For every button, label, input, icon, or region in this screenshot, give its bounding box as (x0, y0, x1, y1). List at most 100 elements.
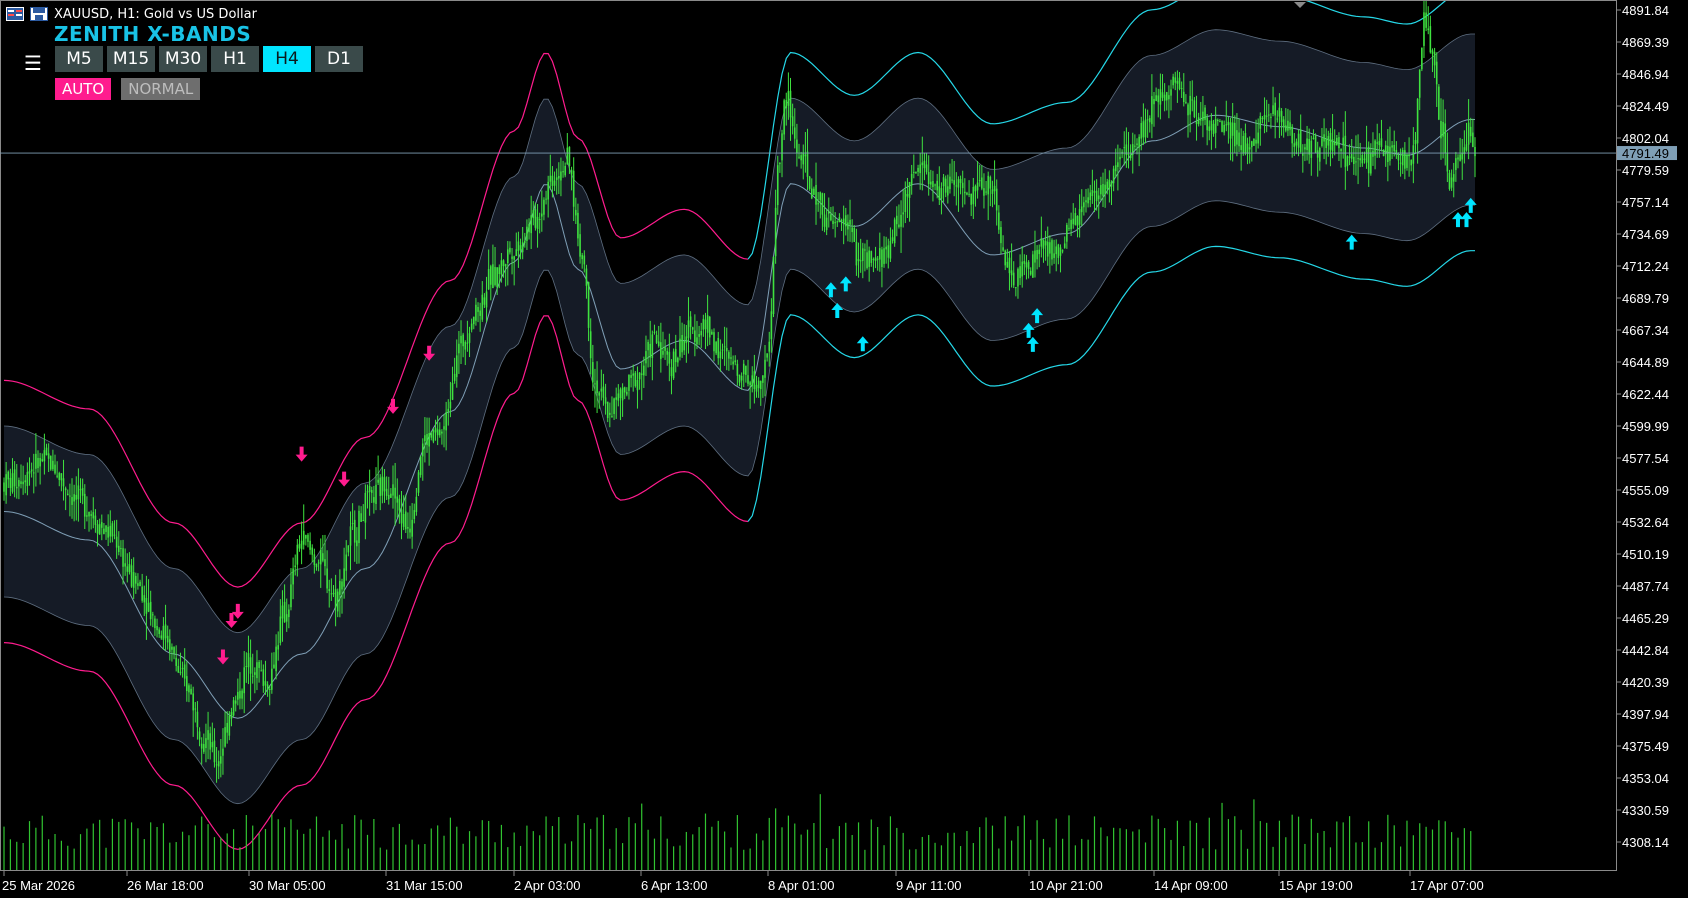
candle-body (239, 690, 241, 699)
candle-body (1389, 146, 1391, 161)
x-tick-label: 9 Apr 11:00 (896, 878, 962, 893)
timeframe-m30-button[interactable]: M30 (159, 46, 207, 72)
candle-body (362, 520, 365, 522)
candle-body (1261, 117, 1264, 119)
candle-body (925, 164, 928, 173)
candle-body (324, 559, 326, 567)
timeframe-m15-button[interactable]: M15 (107, 46, 155, 72)
candle-body (830, 214, 832, 221)
candle-body (458, 343, 460, 354)
candle-body (998, 212, 1000, 230)
candle-body (1070, 219, 1072, 230)
candle-body (524, 240, 526, 244)
candle-body (691, 327, 694, 330)
candle-body (579, 234, 581, 257)
candle-body (1365, 148, 1368, 163)
candle-body (526, 226, 528, 241)
candle-body (1361, 155, 1364, 164)
candle-body (985, 191, 987, 193)
candle-body (774, 207, 777, 257)
candle-body (132, 572, 135, 588)
candle-body (995, 188, 998, 211)
price-chart[interactable]: 4891.84 4869.39 4846.94 4824.49 4802.04 4779.… (0, 0, 1688, 898)
candle-body (1416, 98, 1419, 144)
candle-body (545, 198, 547, 200)
candle-body (1157, 95, 1160, 103)
candle-body (256, 662, 258, 679)
candle-body (1280, 111, 1283, 123)
candle-body (1255, 139, 1257, 144)
candle-body (840, 220, 843, 222)
candle-body (234, 700, 237, 704)
candle-body (1302, 153, 1304, 156)
candle-body (75, 494, 78, 500)
candle-body (15, 486, 18, 489)
candle-body (1325, 138, 1327, 149)
timeframe-h4-button[interactable]: H4 (263, 46, 311, 72)
candle-body (1129, 154, 1132, 159)
candle-body (58, 473, 61, 481)
normal-mode-button[interactable]: NORMAL (121, 78, 201, 100)
candle-body (47, 453, 50, 459)
y-tick-label: 4757.14 (1622, 195, 1669, 210)
chart-window-icon[interactable] (6, 7, 24, 21)
indicator-save-icon[interactable] (30, 7, 48, 21)
candle-body (861, 248, 864, 262)
candle-body (668, 351, 671, 364)
candle-body (336, 591, 339, 612)
candle-body (670, 367, 673, 377)
candle-body (1165, 92, 1168, 101)
candle-body (230, 712, 233, 719)
candle-body (857, 259, 860, 262)
candle-body (430, 433, 433, 438)
candle-body (441, 431, 443, 434)
candle-body (411, 519, 413, 537)
candle-body (1455, 158, 1457, 171)
auto-mode-button[interactable]: AUTO (55, 78, 112, 100)
candle-body (500, 260, 503, 275)
candle-body (887, 245, 890, 258)
y-tick-label: 4532.64 (1622, 515, 1669, 530)
y-tick-label: 4442.84 (1622, 643, 1669, 658)
candle-body (519, 245, 522, 251)
candle-body (719, 351, 722, 359)
candle-body (949, 176, 951, 190)
candle-body (762, 375, 764, 383)
candle-body (1376, 142, 1379, 144)
candle-body (1089, 192, 1092, 201)
candle-body (868, 250, 870, 267)
candle-body (964, 191, 966, 194)
candle-body (1344, 135, 1347, 168)
candle-body (596, 380, 598, 394)
candle-body (438, 429, 441, 436)
candle-body (878, 248, 881, 260)
candle-body (1080, 206, 1083, 213)
candle-body (1248, 147, 1251, 150)
candle-body (1010, 270, 1013, 276)
candle-body (1034, 250, 1036, 263)
hamburger-menu-icon[interactable]: ☰ (22, 52, 44, 74)
candle-body (781, 133, 783, 161)
candle-body (1306, 138, 1308, 151)
candle-body (190, 688, 192, 695)
candle-body (587, 282, 590, 328)
candle-body (294, 565, 297, 568)
x-tick-label: 6 Apr 13:00 (641, 878, 708, 893)
timeframe-m5-button[interactable]: M5 (55, 46, 103, 72)
candle-body (196, 711, 199, 728)
candle-body (1446, 152, 1449, 172)
timeframe-h1-button[interactable]: H1 (211, 46, 259, 72)
candle-body (217, 761, 220, 767)
candle-body (802, 152, 805, 165)
candle-body (1336, 137, 1338, 146)
candle-body (211, 742, 214, 748)
candle-body (721, 349, 724, 351)
candle-body (92, 512, 95, 519)
timeframe-d1-button[interactable]: D1 (315, 46, 363, 72)
candle-body (1195, 121, 1198, 125)
candle-body (1163, 94, 1166, 101)
candle-body (64, 488, 67, 491)
candle-body (432, 430, 435, 442)
candle-body (1095, 190, 1098, 202)
candle-body (460, 335, 462, 344)
